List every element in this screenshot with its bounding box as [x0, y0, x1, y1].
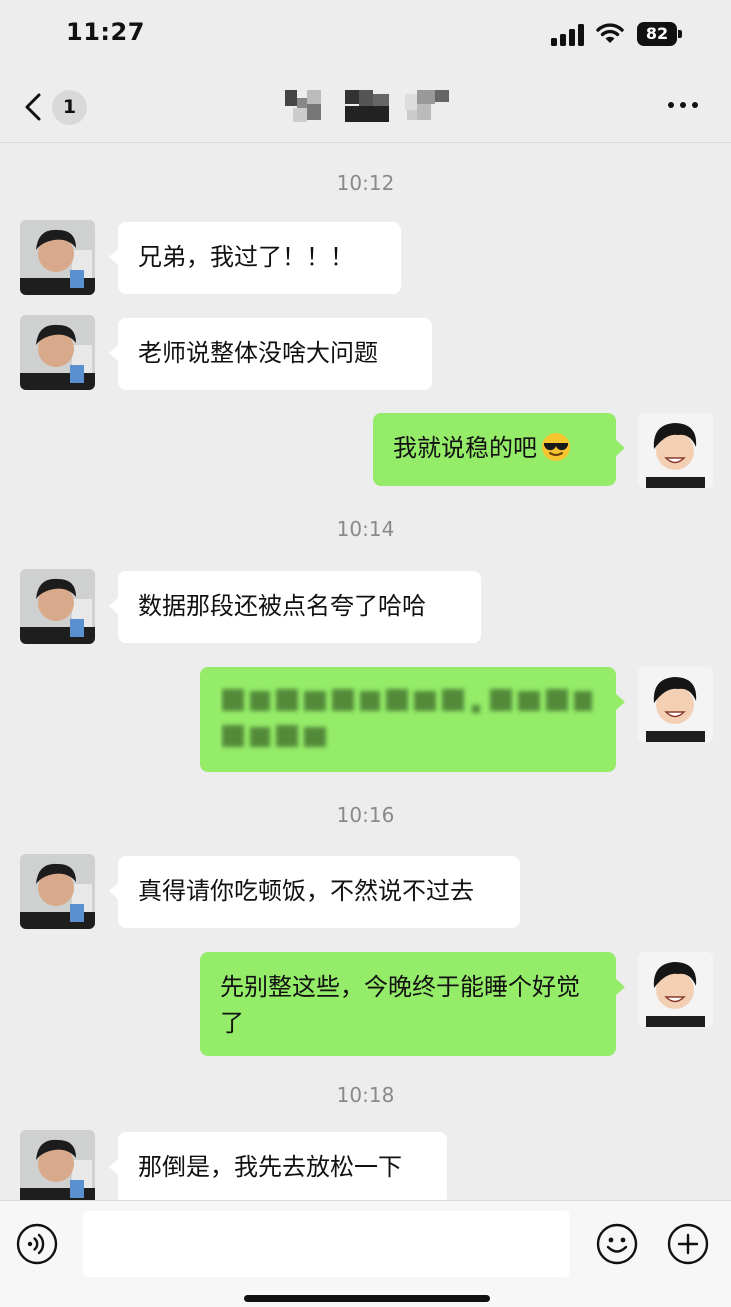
my-avatar[interactable]: [638, 413, 713, 488]
voice-icon[interactable]: [16, 1223, 58, 1265]
message-bubble-incoming[interactable]: 兄弟，我过了！！！: [109, 222, 401, 294]
message-bubble-incoming[interactable]: 那倒是，我先去放松一下: [109, 1132, 447, 1200]
my-avatar[interactable]: [638, 667, 713, 742]
signal-icon: [551, 24, 584, 46]
status-bar: 11:27 82: [0, 0, 731, 70]
wifi-icon: [596, 23, 624, 43]
status-time: 11:27: [66, 18, 145, 46]
message-bubble-incoming[interactable]: 数据那段还被点名夸了哈哈: [109, 571, 481, 643]
sunglasses-emoji-icon: [542, 433, 570, 461]
blurred-message-text: [222, 689, 592, 747]
chevron-left-icon[interactable]: [22, 92, 46, 122]
smiley-icon[interactable]: [596, 1223, 638, 1265]
friend-avatar[interactable]: [20, 220, 95, 295]
chat-header: 1: [0, 70, 731, 143]
unread-count-badge[interactable]: 1: [52, 90, 87, 125]
friend-avatar[interactable]: [20, 854, 95, 929]
message-text: 数据那段还被点名夸了哈哈: [138, 592, 426, 620]
message-bubble-incoming[interactable]: 真得请你吃顿饭，不然说不过去: [109, 856, 520, 928]
message-text: 先别整这些，今晚终于能睡个好觉了: [220, 973, 580, 1037]
my-avatar[interactable]: [638, 952, 713, 1027]
contact-name-mosaic: [285, 90, 450, 122]
home-indicator: [244, 1295, 490, 1302]
message-text: 老师说整体没啥大问题: [138, 339, 378, 367]
battery-level: 82: [637, 22, 677, 46]
friend-avatar[interactable]: [20, 569, 95, 644]
timestamp: 10:16: [336, 803, 395, 827]
message-input[interactable]: [83, 1211, 570, 1277]
friend-avatar[interactable]: [20, 1130, 95, 1200]
input-bar: [0, 1200, 731, 1307]
message-text: 真得请你吃顿饭，不然说不过去: [138, 877, 474, 905]
timestamp: 10:12: [336, 171, 395, 195]
message-bubble-outgoing[interactable]: 先别整这些，今晚终于能睡个好觉了: [200, 952, 625, 1056]
timestamp: 10:14: [336, 517, 395, 541]
message-text: 那倒是，我先去放松一下: [138, 1153, 402, 1181]
message-bubble-incoming[interactable]: 老师说整体没啥大问题: [109, 318, 432, 390]
message-text: 我就说稳的吧: [393, 434, 537, 462]
message-list[interactable]: 10:12 兄弟，我过了！！！ 老师说整体没啥大问题 我就说稳的吧 10:14 …: [0, 143, 731, 1200]
friend-avatar[interactable]: [20, 315, 95, 390]
message-bubble-outgoing[interactable]: 我就说稳的吧: [373, 413, 625, 486]
timestamp: 10:18: [336, 1083, 395, 1107]
battery-icon: 82: [637, 22, 683, 46]
more-dots-icon[interactable]: [668, 100, 702, 110]
plus-icon[interactable]: [667, 1223, 709, 1265]
message-bubble-outgoing-blurred[interactable]: [200, 667, 625, 772]
message-text: 兄弟，我过了！！！: [138, 243, 354, 271]
